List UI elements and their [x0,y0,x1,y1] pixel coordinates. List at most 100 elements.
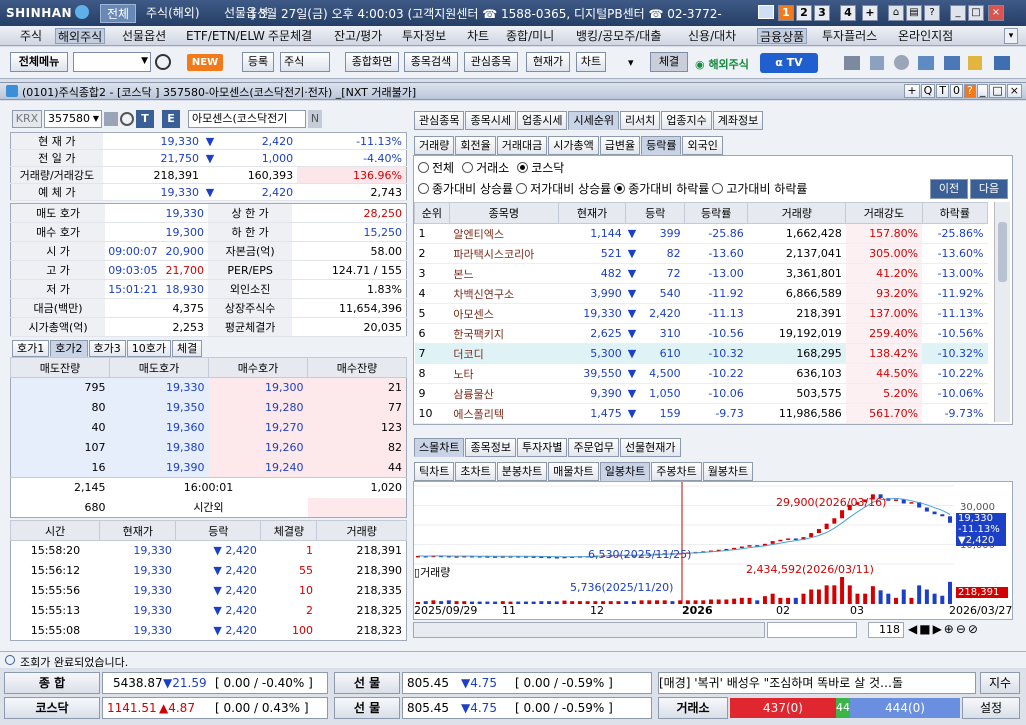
tab-tabs3[interactable]: 종목정보 [465,438,516,457]
tab-tabs2[interactable]: 급변율 [599,136,641,155]
ranking-row[interactable]: 1 알엔티엑스 1,144 ▼ 399 -25.86 1,662,428 157.80% -25… [414,223,988,244]
radio-icon[interactable] [517,162,529,173]
sort-radio[interactable]: 종가대비 상승률 [418,182,513,196]
tab-tabs2[interactable]: 시가총액 [548,136,599,155]
tab-tabs1[interactable]: 업종지수 [661,111,712,130]
ranking-row[interactable]: 10 에스폴리텍 1,475 ▼ 159 -9.73 11,986,586 561.70% -9… [414,403,988,424]
tab-tabs4[interactable]: 월봉차트 [702,462,754,481]
close-icon[interactable]: × [1006,84,1022,98]
settings-button[interactable]: 설정 [962,697,1020,719]
menu-banking[interactable]: 뱅킹/공모주/대출 [576,28,661,44]
overseas-stock-link[interactable]: ◉ 해외주식 [695,56,749,72]
minimize-icon[interactable]: _ [950,5,966,21]
scroll-thumb[interactable] [998,222,1007,282]
ranking-row[interactable]: 3 본느 482 ▼ 72 -13.00 3,361,801 41.20% -13.00% [414,263,988,284]
help-button[interactable]: ? [964,84,976,98]
screen-3-button[interactable]: 3 [814,5,830,21]
daily-chart[interactable] [414,482,1012,620]
home-icon[interactable]: ⌂ [888,5,904,21]
tab-tabs2[interactable]: 외국인 [682,136,723,155]
market-radio[interactable]: 코스닥 [517,161,564,175]
tab-tabs1[interactable]: 계좌정보 [712,111,764,130]
chart-controls[interactable]: ◀■▶⊕⊖⊘ [908,622,980,636]
radio-icon[interactable] [712,183,724,194]
menu-financial-products[interactable]: 금융상품 [757,28,808,44]
tv-button[interactable]: α TV [760,53,818,73]
market-radio[interactable]: 거래소 [462,161,509,175]
orderbook-tab[interactable]: 체결 [172,340,203,357]
stock-search-button[interactable]: 종목검색 [404,52,458,72]
tab-tabs3[interactable]: 선물현재가 [619,438,681,457]
maximize-icon[interactable]: □ [968,5,984,21]
tab-tabs2[interactable]: 거래량 [414,136,455,155]
ranking-row[interactable]: 7 더코디 5,300 ▼ 610 -10.32 168,295 138.42% -10.32% [414,343,988,364]
chart-scrollbar[interactable] [413,622,765,638]
ranking-scrollbar[interactable] [994,202,1010,422]
tab-tabs4[interactable]: 초차트 [455,462,496,481]
next-button[interactable]: 다음 [970,179,1008,199]
ranking-row[interactable]: 6 한국팩키지 2,625 ▼ 310 -10.56 19,192,019 259.40% -1… [414,323,988,344]
print-icon[interactable] [844,56,860,70]
e-badge[interactable]: E [162,110,180,128]
menu-etf[interactable]: ETF/ETN/ELW [186,28,265,44]
save-icon[interactable] [994,56,1010,70]
tab-tabs4[interactable]: 분봉차트 [496,462,548,481]
chevron-down-icon[interactable]: ▼ [93,111,99,127]
query-button[interactable]: Q [920,84,936,98]
watchlist-button[interactable]: 관심종목 [464,52,518,72]
tab-tabs4[interactable]: 주봉차트 [651,462,702,481]
lock-icon[interactable] [968,56,982,70]
market-selector[interactable]: KRX [12,110,42,128]
monitor-icon[interactable] [758,5,774,19]
new-badge[interactable]: NEW [187,54,223,71]
sort-radio[interactable]: 고가대비 하락률 [712,182,807,196]
add-screen-button[interactable]: + [862,5,878,21]
radio-icon[interactable] [418,162,429,173]
menu-futures-options[interactable]: 선물옵션 [122,28,166,44]
list-icon[interactable] [104,112,118,126]
radio-icon[interactable] [614,183,626,194]
radio-icon[interactable] [418,183,429,194]
menu-scroll-icon[interactable]: ▾ [1004,28,1018,44]
chevron-down-icon[interactable]: ▾ [628,56,634,69]
window-icon[interactable] [918,56,934,70]
tab-tabs3[interactable]: 주문업무 [568,438,619,457]
menu-overseas-stock[interactable]: 해외주식 [55,28,106,44]
tab-tabs2[interactable]: 등락률 [641,136,682,155]
maximize-icon[interactable]: □ [989,84,1006,98]
menu-chart[interactable]: 차트 [467,28,489,44]
account-input[interactable]: ▼ [73,52,151,72]
kosdaq-ticker[interactable]: 1141.51 ▲4.87 [ 0.00 / 0.43% ] [102,697,328,719]
all-menu-button[interactable]: 전체메뉴 [10,52,68,72]
help-icon[interactable]: ? [924,5,940,21]
tab-tabs4[interactable]: 매물차트 [548,462,599,481]
radio-icon[interactable] [516,183,528,194]
add-window-button[interactable]: + [904,84,920,98]
futures-ticker-2[interactable]: 805.45 ▼4.75 [ 0.00 / -0.59% ] [402,697,652,719]
orderbook-tab[interactable]: 호가2 [50,340,88,357]
search-icon[interactable] [120,112,134,126]
n-badge[interactable]: N [308,110,322,128]
orderbook-tab[interactable]: 호가1 [12,340,50,357]
radio-icon[interactable] [462,162,474,173]
menu-stock[interactable]: 주식 [20,28,42,44]
ranking-row[interactable]: 5 아모센스 19,330 ▼ 2,420 -11.13 218,391 137.00% -11… [414,303,988,324]
minimize-icon[interactable]: _ [976,84,989,98]
tab-tabs3[interactable]: 스몰차트 [414,438,465,457]
search-icon[interactable] [155,54,171,70]
menu-invest-info[interactable]: 투자정보 [402,28,446,44]
tab-tabs1[interactable]: 리서치 [619,111,661,130]
calculator-icon[interactable] [870,56,884,70]
tab-tabs1[interactable]: 관심종목 [414,111,465,130]
menu-online-branch[interactable]: 온라인지점 [898,28,953,44]
screen-4-button[interactable]: 4 [840,5,856,21]
layout-icon[interactable]: ▤ [906,5,922,21]
news-ticker[interactable]: [매경] '복귀' 배성우 "조심하며 똑바로 살 것…돌 [658,672,976,694]
futures-ticker-1[interactable]: 805.45 ▼4.75 [ 0.00 / -0.59% ] [402,672,652,694]
stock-code-input[interactable]: 357580 ▼ [44,110,102,128]
chart-range-slider[interactable] [767,622,857,638]
ranking-row[interactable]: 8 노타 39,550 ▼ 4,500 -10.22 636,103 44.50% -10.22… [414,363,988,384]
sort-radio[interactable]: 종가대비 하락률 [614,182,709,196]
tab-overseas-stock[interactable]: 주식(해외) [140,4,206,23]
tab-tabs1[interactable]: 시세순위 [568,111,619,130]
